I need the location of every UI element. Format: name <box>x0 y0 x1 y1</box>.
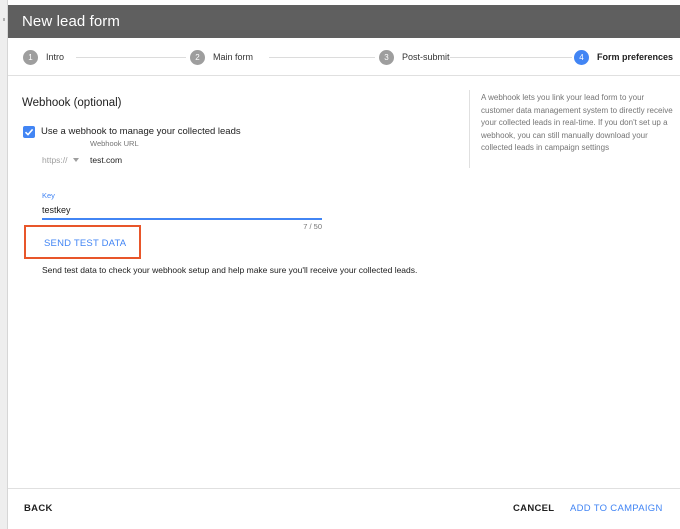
cancel-button[interactable]: CANCEL <box>513 503 554 514</box>
info-sidebar: A webhook lets you link your lead form t… <box>469 90 675 168</box>
step-number: 2 <box>190 49 205 65</box>
left-edge-strip <box>0 0 8 529</box>
step-label: Post-submit <box>402 52 450 62</box>
edge-marker <box>3 18 5 21</box>
section-title: Webhook (optional) <box>22 97 122 109</box>
dialog-footer: BACK CANCEL ADD TO CAMPAIGN <box>8 488 680 529</box>
chevron-down-icon <box>72 158 79 162</box>
key-label: Key <box>42 191 55 200</box>
add-to-campaign-button[interactable]: ADD TO CAMPAIGN <box>570 503 663 514</box>
webhook-help-text: Send test data to check your webhook set… <box>42 265 418 275</box>
step-label: Intro <box>46 52 65 62</box>
step-post-submit[interactable]: 3 Post-submit <box>379 49 450 65</box>
webhook-checkbox-label: Use a webhook to manage your collected l… <box>41 126 241 137</box>
back-button[interactable]: BACK <box>24 503 53 514</box>
webhook-url-label: Webhook URL <box>90 139 139 148</box>
webhook-url-input[interactable] <box>90 151 322 169</box>
lead-form-dialog: New lead form 1 Intro 2 Main form 3 Post… <box>8 0 680 529</box>
key-input-underline <box>42 218 322 220</box>
step-label: Form preferences <box>597 52 674 62</box>
send-test-data-label: SEND TEST DATA <box>44 238 127 249</box>
step-label: Main form <box>213 52 254 62</box>
step-intro[interactable]: 1 Intro <box>23 49 64 65</box>
step-connector <box>76 57 186 58</box>
step-connector <box>450 57 572 58</box>
title-bar: New lead form <box>8 5 680 38</box>
step-number: 4 <box>574 49 589 65</box>
dialog-title: New lead form <box>22 13 121 30</box>
stepper: 1 Intro 2 Main form 3 Post-submit 4 Form… <box>8 38 680 76</box>
check-icon <box>24 128 34 136</box>
step-number: 1 <box>23 49 38 65</box>
send-test-data-button[interactable]: SEND TEST DATA <box>24 225 141 259</box>
webhook-checkbox[interactable] <box>23 126 35 138</box>
step-main-form[interactable]: 2 Main form <box>190 49 253 65</box>
url-scheme-value: https:// <box>42 155 68 165</box>
step-connector <box>269 57 375 58</box>
key-char-counter: 7 / 50 <box>303 222 322 231</box>
step-form-preferences[interactable]: 4 Form preferences <box>574 49 673 65</box>
webhook-description: A webhook lets you link your lead form t… <box>481 93 673 152</box>
key-input[interactable] <box>42 202 322 218</box>
webhook-panel: Webhook (optional) Use a webhook to mana… <box>8 77 468 487</box>
url-scheme-select[interactable]: https:// <box>42 152 82 168</box>
step-number: 3 <box>379 49 394 65</box>
